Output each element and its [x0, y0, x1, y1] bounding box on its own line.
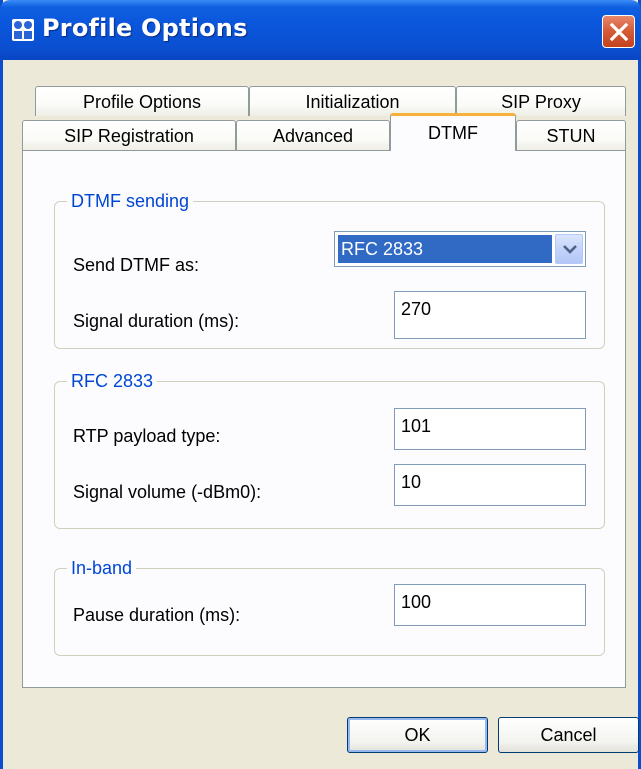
tab-dtmf[interactable]: DTMF [390, 113, 516, 151]
tab-label: STUN [546, 126, 596, 146]
rtp-payload-type-label: RTP payload type: [73, 426, 221, 446]
inband-group: In-band Pause duration (ms): 100 [54, 557, 605, 656]
cancel-button[interactable]: Cancel [498, 717, 639, 753]
title-bar[interactable]: Profile Options [0, 0, 641, 60]
profile-options-dialog: Profile Options Profile Options Initiali… [0, 0, 641, 769]
tab-label: DTMF [428, 123, 478, 143]
signal-duration-label: Signal duration (ms): [73, 311, 240, 331]
signal-duration-field[interactable]: 270 [394, 291, 586, 339]
send-dtmf-as-select[interactable]: RFC 2833 [334, 231, 586, 267]
dtmf-tab-panel: DTMF sending Send DTMF as: RFC 2833 Sign… [22, 150, 626, 688]
tab-stun[interactable]: STUN [516, 120, 626, 150]
rfc2833-title: RFC 2833 [67, 370, 158, 392]
ok-button[interactable]: OK [347, 717, 488, 753]
tab-label: Profile Options [82, 92, 202, 112]
tab-sip-registration[interactable]: SIP Registration [22, 120, 236, 150]
send-dtmf-as-label: Send DTMF as: [73, 255, 200, 275]
tab-advanced[interactable]: Advanced [236, 120, 390, 150]
dtmf-sending-title: DTMF sending [67, 190, 194, 212]
pause-duration-field[interactable]: 100 [394, 584, 586, 626]
tab-sip-proxy[interactable]: SIP Proxy [456, 86, 626, 116]
ok-button-label: OK [404, 725, 431, 745]
rfc2833-group: RFC 2833 RTP payload type: 101 Signal vo… [54, 370, 605, 529]
signal-volume-field[interactable]: 10 [394, 464, 586, 506]
dtmf-sending-group: DTMF sending Send DTMF as: RFC 2833 Sign… [54, 190, 605, 349]
cancel-button-label: Cancel [540, 725, 597, 745]
window-title: Profile Options [42, 14, 248, 42]
tab-label: Advanced [272, 126, 354, 146]
tab-label: Initialization [305, 92, 400, 112]
close-button[interactable] [602, 15, 635, 48]
tab-profile-options[interactable]: Profile Options [35, 86, 249, 116]
tab-label: SIP Proxy [501, 92, 581, 112]
inband-title: In-band [67, 557, 137, 579]
signal-volume-label: Signal volume (-dBm0): [73, 482, 262, 502]
tab-label: SIP Registration [64, 126, 194, 146]
profile-app-icon [12, 19, 34, 41]
chevron-down-icon[interactable] [555, 234, 583, 264]
pause-duration-label: Pause duration (ms): [73, 605, 241, 625]
rtp-payload-type-field[interactable]: 101 [394, 408, 586, 450]
tab-initialization[interactable]: Initialization [249, 86, 456, 116]
send-dtmf-as-value: RFC 2833 [338, 235, 552, 263]
